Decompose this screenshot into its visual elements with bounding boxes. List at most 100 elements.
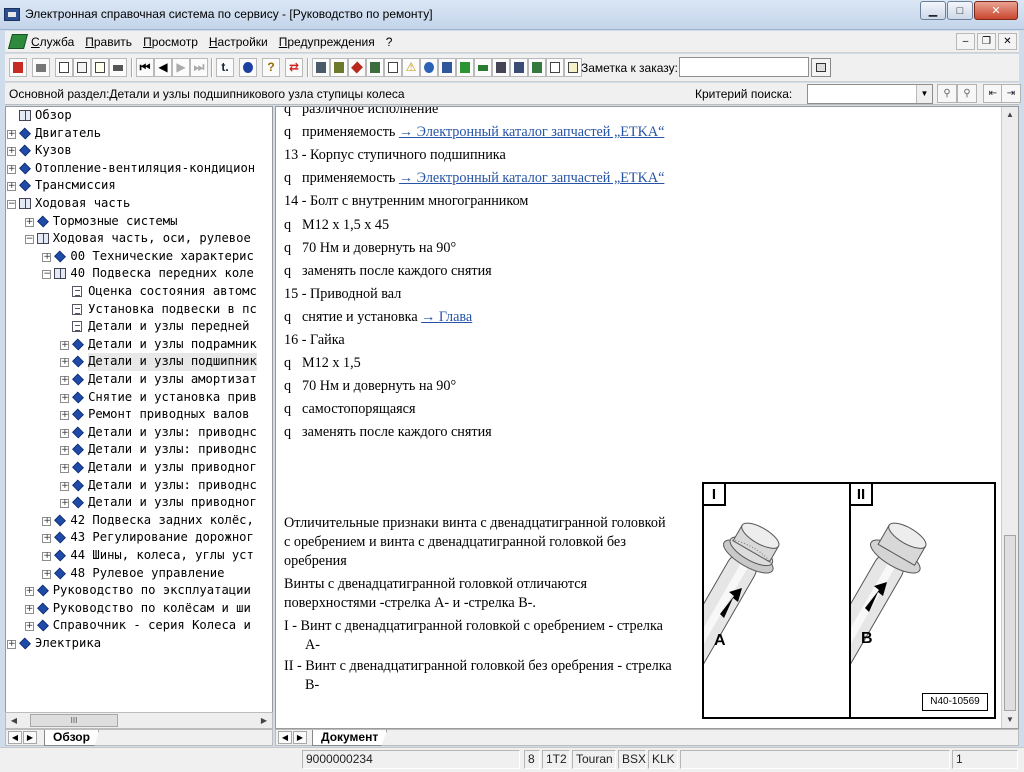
expand-icon[interactable]: + xyxy=(24,604,34,614)
document-app-icon[interactable] xyxy=(7,34,29,49)
exit-button[interactable] xyxy=(9,58,27,77)
document-vertical-scrollbar[interactable]: ▲ ▼ xyxy=(1001,107,1018,728)
prev-page-button[interactable]: ◀ xyxy=(154,58,172,77)
tree-item[interactable]: + Справочник - серия Колеса и xyxy=(6,617,272,635)
tab-document[interactable]: Документ xyxy=(312,730,388,746)
tab-next-icon[interactable]: ▶ xyxy=(293,731,307,744)
new-document-button[interactable] xyxy=(55,58,73,77)
mdi-restore-button[interactable]: ❐ xyxy=(977,33,996,50)
tree-item[interactable]: − Ходовая часть, оси, рулевое xyxy=(6,230,272,248)
expand-icon[interactable]: + xyxy=(42,534,52,544)
minimize-button[interactable]: ▁ xyxy=(920,1,946,20)
warning-button[interactable]: ⚠ xyxy=(402,58,420,77)
cross-reference-link[interactable]: → Электронный каталог запчастей „ETKA“ xyxy=(399,124,664,140)
scroll-left-icon[interactable]: ◀ xyxy=(7,714,21,727)
menu-view[interactable]: Просмотр xyxy=(143,35,198,49)
tree-item[interactable]: +44 Шины, колеса, углы уст xyxy=(6,547,272,565)
tree-item[interactable]: Оценка состояния автомс xyxy=(6,283,272,301)
expand-icon[interactable]: + xyxy=(60,393,70,403)
tree-item[interactable]: + Детали и узлы подрамник xyxy=(6,336,272,354)
expand-icon[interactable]: + xyxy=(60,340,70,350)
cross-reference-link[interactable]: → Электронный каталог запчастей „ETKA“ xyxy=(399,170,664,186)
tree-item[interactable]: + Снятие и установка прив xyxy=(6,389,272,407)
tree-item[interactable]: + Детали и узлы приводног xyxy=(6,494,272,512)
print-button[interactable] xyxy=(32,58,50,77)
help-button[interactable]: ? xyxy=(262,58,280,77)
expand-icon[interactable]: + xyxy=(42,252,52,262)
search-criteria-select[interactable]: ▼ xyxy=(807,84,933,104)
expand-icon[interactable]: + xyxy=(60,376,70,385)
tree-item[interactable]: + Детали и узлы подшипник xyxy=(6,353,272,371)
tab-prev-icon[interactable]: ◀ xyxy=(278,731,292,744)
menu-settings[interactable]: Настройки xyxy=(209,35,268,49)
menu-service[interactable]: Служба xyxy=(31,35,74,49)
notes-button[interactable] xyxy=(91,58,109,77)
diag-button[interactable] xyxy=(456,58,474,77)
tree-item[interactable]: +43 Регулирование дорожног xyxy=(6,529,272,547)
parts-button[interactable] xyxy=(510,58,528,77)
tab-next-icon[interactable]: ▶ xyxy=(23,731,37,744)
tool-button[interactable] xyxy=(492,58,510,77)
collapse-icon[interactable]: − xyxy=(7,200,16,209)
tree-item[interactable]: +48 Рулевое управление xyxy=(6,565,272,583)
expand-icon[interactable]: + xyxy=(42,552,52,561)
expand-icon[interactable]: + xyxy=(60,358,70,368)
tree-item[interactable]: + Двигатель xyxy=(6,125,272,143)
chevron-down-icon[interactable]: ▼ xyxy=(916,85,932,103)
scroll-up-icon[interactable]: ▲ xyxy=(1003,108,1017,122)
first-page-button[interactable]: ⏮ xyxy=(136,58,154,77)
tree-item[interactable]: − 40 Подвеска передних коле xyxy=(6,265,272,283)
order-note-button[interactable] xyxy=(811,58,831,77)
tab-prev-icon[interactable]: ◀ xyxy=(8,731,22,744)
checklist-button[interactable] xyxy=(564,58,582,77)
tree-item[interactable]: Детали и узлы передней xyxy=(6,318,272,336)
tree-item[interactable]: + Тормозные системы xyxy=(6,213,272,231)
tree-item[interactable]: + Трансмиссия xyxy=(6,177,272,195)
expand-icon[interactable]: + xyxy=(7,182,16,192)
expand-icon[interactable]: + xyxy=(60,428,70,438)
car-service-button[interactable] xyxy=(474,58,492,77)
tree-item[interactable]: + Ремонт приводных валов xyxy=(6,406,272,424)
tree-item[interactable]: + Руководство по эксплуатации xyxy=(6,582,272,600)
order-note-input[interactable] xyxy=(679,57,809,77)
tree-item[interactable]: + Детали и узлы: приводнс xyxy=(6,477,272,495)
expand-icon[interactable]: + xyxy=(60,481,70,491)
swap-button[interactable]: ⇄ xyxy=(285,58,303,77)
expand-icon[interactable]: + xyxy=(24,622,34,632)
info-button[interactable] xyxy=(239,58,257,77)
tree-item[interactable]: + Детали и узлы: приводнс xyxy=(6,424,272,442)
expand-icon[interactable]: + xyxy=(60,499,70,509)
menu-warnings[interactable]: Предупреждения xyxy=(279,35,375,49)
scroll-down-icon[interactable]: ▼ xyxy=(1003,713,1017,727)
expand-icon[interactable]: + xyxy=(7,129,16,139)
catalog-button[interactable] xyxy=(312,58,330,77)
schema-button[interactable] xyxy=(330,58,348,77)
app-icon[interactable] xyxy=(4,8,20,21)
clipboard-button[interactable] xyxy=(546,58,564,77)
close-button[interactable]: ✕ xyxy=(974,1,1018,20)
tree-item[interactable]: Установка подвески в пс xyxy=(6,301,272,319)
search-button[interactable]: ⚲ xyxy=(937,84,957,103)
menu-help[interactable]: ? xyxy=(386,35,393,49)
expand-icon[interactable]: + xyxy=(7,164,16,174)
expand-icon[interactable]: + xyxy=(42,516,52,526)
tree-scroll-thumb[interactable]: III xyxy=(30,714,118,727)
tree-item[interactable]: + Детали и узлы амортизат xyxy=(6,371,272,389)
mdi-minimize-button[interactable]: – xyxy=(956,33,975,50)
tree-item[interactable]: + Детали и узлы приводног xyxy=(6,459,272,477)
menu-edit[interactable]: Править xyxy=(85,35,132,49)
globe-button[interactable] xyxy=(420,58,438,77)
sync-left-button[interactable]: ⇤ xyxy=(983,84,1003,103)
tab-overview[interactable]: Обзор xyxy=(44,730,99,746)
expand-icon[interactable]: + xyxy=(60,411,70,421)
tree-item[interactable]: +00 Технические характерис xyxy=(6,248,272,266)
collapse-icon[interactable]: − xyxy=(42,270,52,280)
mdi-close-button[interactable]: ✕ xyxy=(998,33,1017,50)
expand-icon[interactable]: + xyxy=(7,640,16,649)
expand-icon[interactable]: + xyxy=(60,464,70,473)
tree-item[interactable]: +42 Подвеска задних колёс, xyxy=(6,512,272,530)
next-page-button[interactable]: ▶ xyxy=(172,58,190,77)
wiring-button[interactable] xyxy=(528,58,546,77)
tree-item[interactable]: + Кузов xyxy=(6,142,272,160)
back-button[interactable]: t. xyxy=(216,58,234,77)
